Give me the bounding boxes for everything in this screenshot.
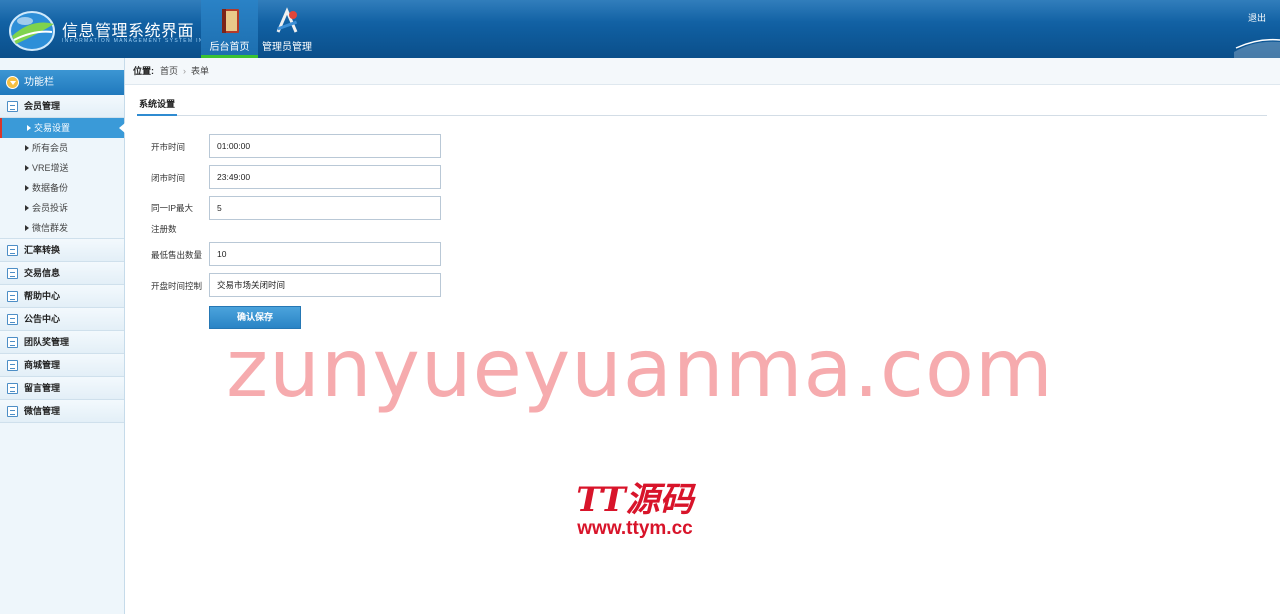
sidebar-group-label: 交易信息: [24, 268, 61, 278]
sidebar-group-label: 帮助中心: [24, 291, 61, 301]
chevron-down-icon: [6, 76, 19, 89]
calendar-icon: [7, 337, 18, 348]
sidebar-group-help[interactable]: 帮助中心: [0, 285, 124, 308]
sidebar-group-label: 会员管理: [24, 101, 61, 111]
field-label: 同一IP最大注册数: [151, 203, 194, 234]
field-label: 开市时间: [151, 142, 186, 152]
sidebar-group-label: 汇率转换: [24, 245, 61, 255]
sidebar-item-vre-gift[interactable]: VRE增送: [0, 158, 124, 178]
market-close-input[interactable]: [209, 273, 441, 297]
edit-icon: [7, 291, 18, 302]
sidebar-title-label: 功能栏: [24, 77, 54, 88]
nav-home-label: 后台首页: [209, 42, 250, 53]
nav-admin-label: 管理员管理: [262, 42, 312, 53]
chat-icon: [7, 406, 18, 417]
breadcrumb: 位置: 首页 › 表单: [125, 58, 1280, 85]
sidebar-group-messages[interactable]: 留言管理: [0, 377, 124, 400]
calendar-icon: [7, 360, 18, 371]
field-label: 闭市时间: [151, 173, 186, 183]
sidebar-item-wechat-broadcast[interactable]: 微信群发: [0, 218, 124, 239]
sidebar-group-trade-info[interactable]: 交易信息: [0, 262, 124, 285]
tab-system-settings[interactable]: 系统设置: [137, 96, 178, 116]
sidebar-group-label: 留言管理: [24, 383, 61, 393]
tools-icon: [276, 7, 298, 33]
watermark-logo: TT源码: [576, 480, 694, 520]
field-label: 最低售出数量: [151, 250, 203, 260]
app-subtitle: INFORMATION MANAGEMENT SYSTEM INT: [62, 38, 209, 44]
watermark-url: www.ttym.cc: [577, 518, 693, 539]
breadcrumb-current: 表单: [191, 66, 210, 76]
breadcrumb-separator: ›: [183, 66, 187, 76]
sidebar-group-team-bonus[interactable]: 团队奖管理: [0, 331, 124, 354]
chat-icon: [7, 245, 18, 256]
top-header: 信息管理系统界面 INFORMATION MANAGEMENT SYSTEM I…: [0, 0, 1280, 58]
sidebar-group-exchange[interactable]: 汇率转换: [0, 239, 124, 262]
watermark-text: zunyueyuanma.com: [226, 322, 1054, 415]
sidebar-group-label: 公告中心: [24, 314, 61, 324]
left-sidebar: 功能栏 会员管理 交易设置 所有会员 VRE增送 数据备份 会员投诉 微信群发 …: [0, 58, 125, 614]
close-time-input[interactable]: [209, 165, 441, 189]
sidebar-group-notice[interactable]: 公告中心: [0, 308, 124, 331]
list-icon: [7, 268, 18, 279]
breadcrumb-prefix: 位置:: [133, 66, 154, 76]
sidebar-title: 功能栏: [0, 70, 124, 95]
sidebar-group-wechat[interactable]: 微信管理: [0, 400, 124, 423]
edit-icon: [7, 383, 18, 394]
breadcrumb-home[interactable]: 首页: [160, 66, 178, 76]
sidebar-group-label: 团队奖管理: [24, 337, 70, 347]
globe-logo-icon: [9, 11, 55, 51]
field-label: 开盘时间控制: [151, 281, 203, 291]
sidebar-item-trade-settings[interactable]: 交易设置: [0, 118, 125, 138]
min-sell-input[interactable]: [209, 242, 441, 266]
edit-icon: [7, 314, 18, 325]
tab-bar: 系统设置: [137, 96, 1267, 116]
nav-home[interactable]: 后台首页: [201, 0, 258, 58]
open-time-input[interactable]: [209, 134, 441, 158]
sidebar-item-backup[interactable]: 数据备份: [0, 178, 124, 198]
max-register-input[interactable]: [209, 196, 441, 220]
sidebar-item-all-members[interactable]: 所有会员: [0, 138, 124, 158]
header-swoosh: [1234, 38, 1280, 58]
sidebar-group-label: 商城管理: [24, 360, 61, 370]
sidebar-group-member[interactable]: 会员管理: [0, 95, 124, 118]
sidebar-item-complaints[interactable]: 会员投诉: [0, 198, 124, 218]
logout-link[interactable]: 退出: [1248, 11, 1266, 24]
nav-admin[interactable]: 管理员管理: [258, 0, 316, 58]
sidebar-group-mall[interactable]: 商城管理: [0, 354, 124, 377]
sidebar-group-label: 微信管理: [24, 406, 61, 416]
list-icon: [7, 101, 18, 112]
book-icon: [221, 9, 239, 33]
